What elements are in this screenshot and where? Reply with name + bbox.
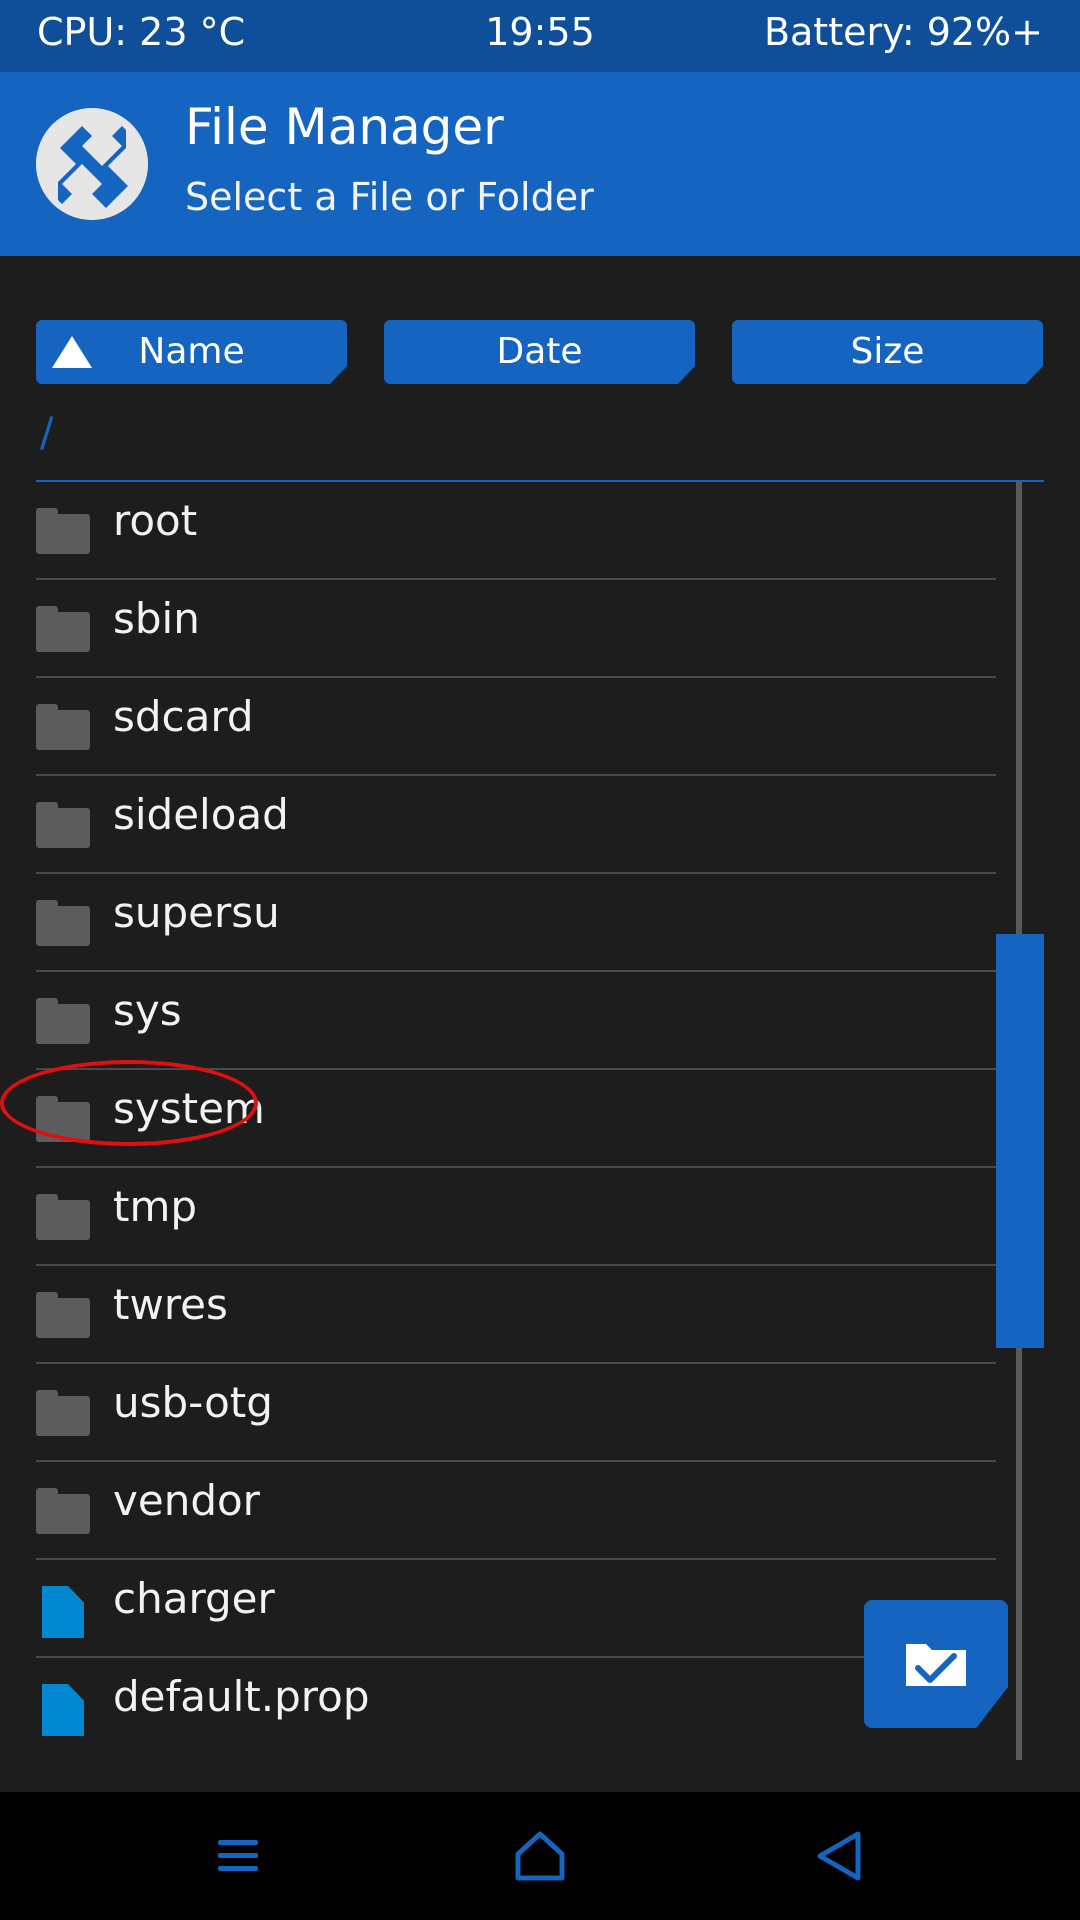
file-icon xyxy=(42,1684,84,1736)
select-folder-check-icon xyxy=(906,1644,966,1686)
twrp-logo-icon xyxy=(36,108,148,220)
app-header: File Manager Select a File or Folder xyxy=(0,72,1080,256)
item-name: sideload xyxy=(113,790,289,839)
folder-icon xyxy=(36,508,90,554)
item-name: sdcard xyxy=(113,692,254,741)
scrollbar-thumb[interactable] xyxy=(996,934,1044,1348)
file-item-default-prop[interactable]: default.prop xyxy=(36,1658,996,1742)
item-name: tmp xyxy=(113,1182,198,1231)
folder-icon xyxy=(36,606,90,652)
folder-icon xyxy=(36,998,90,1044)
folder-item-twres[interactable]: twres xyxy=(36,1266,996,1364)
sort-by-date-button[interactable]: Date xyxy=(384,320,695,384)
folder-item-sbin[interactable]: sbin xyxy=(36,580,996,678)
folder-item-vendor[interactable]: vendor xyxy=(36,1462,996,1560)
item-name: root xyxy=(113,496,198,545)
item-name: supersu xyxy=(113,888,280,937)
item-name: usb-otg xyxy=(113,1378,273,1427)
folder-item-sideload[interactable]: sideload xyxy=(36,776,996,874)
item-name: default.prop xyxy=(113,1672,370,1721)
folder-icon xyxy=(36,1390,90,1436)
page-title: File Manager xyxy=(185,98,504,156)
folder-icon xyxy=(36,1194,90,1240)
highlight-circle xyxy=(0,1060,258,1146)
menu-icon[interactable] xyxy=(210,1826,270,1890)
folder-item-supersu[interactable]: supersu xyxy=(36,874,996,972)
folder-icon xyxy=(36,1292,90,1338)
sort-size-label: Size xyxy=(850,331,925,372)
folder-icon xyxy=(36,1488,90,1534)
folder-item-sdcard[interactable]: sdcard xyxy=(36,678,996,776)
sort-name-label: Name xyxy=(138,331,245,372)
file-item-charger[interactable]: charger xyxy=(36,1560,996,1658)
status-bar: CPU: 23 °C 19:55 Battery: 92%+ xyxy=(0,0,1080,72)
page-subtitle: Select a File or Folder xyxy=(185,175,594,219)
sort-by-size-button[interactable]: Size xyxy=(732,320,1043,384)
battery-status: Battery: 92%+ xyxy=(763,10,1043,54)
folder-icon xyxy=(36,704,90,750)
sort-ascending-icon xyxy=(52,336,92,368)
folder-icon xyxy=(36,900,90,946)
item-name: twres xyxy=(113,1280,228,1329)
select-folder-button[interactable] xyxy=(864,1600,1008,1728)
back-icon[interactable] xyxy=(810,1826,870,1890)
folder-icon xyxy=(36,802,90,848)
item-name: sys xyxy=(113,986,182,1035)
folder-item-root[interactable]: root xyxy=(36,482,996,580)
sort-date-label: Date xyxy=(496,331,583,372)
home-icon[interactable] xyxy=(510,1826,570,1890)
sort-by-name-button[interactable]: Name xyxy=(36,320,347,384)
folder-item-sys[interactable]: sys xyxy=(36,972,996,1070)
item-name: charger xyxy=(113,1574,275,1623)
navigation-bar xyxy=(0,1792,1080,1920)
folder-item-usb-otg[interactable]: usb-otg xyxy=(36,1364,996,1462)
file-icon xyxy=(42,1586,84,1638)
current-path: / xyxy=(40,410,54,456)
item-name: sbin xyxy=(113,594,200,643)
folder-item-tmp[interactable]: tmp xyxy=(36,1168,996,1266)
item-name: vendor xyxy=(113,1476,260,1525)
